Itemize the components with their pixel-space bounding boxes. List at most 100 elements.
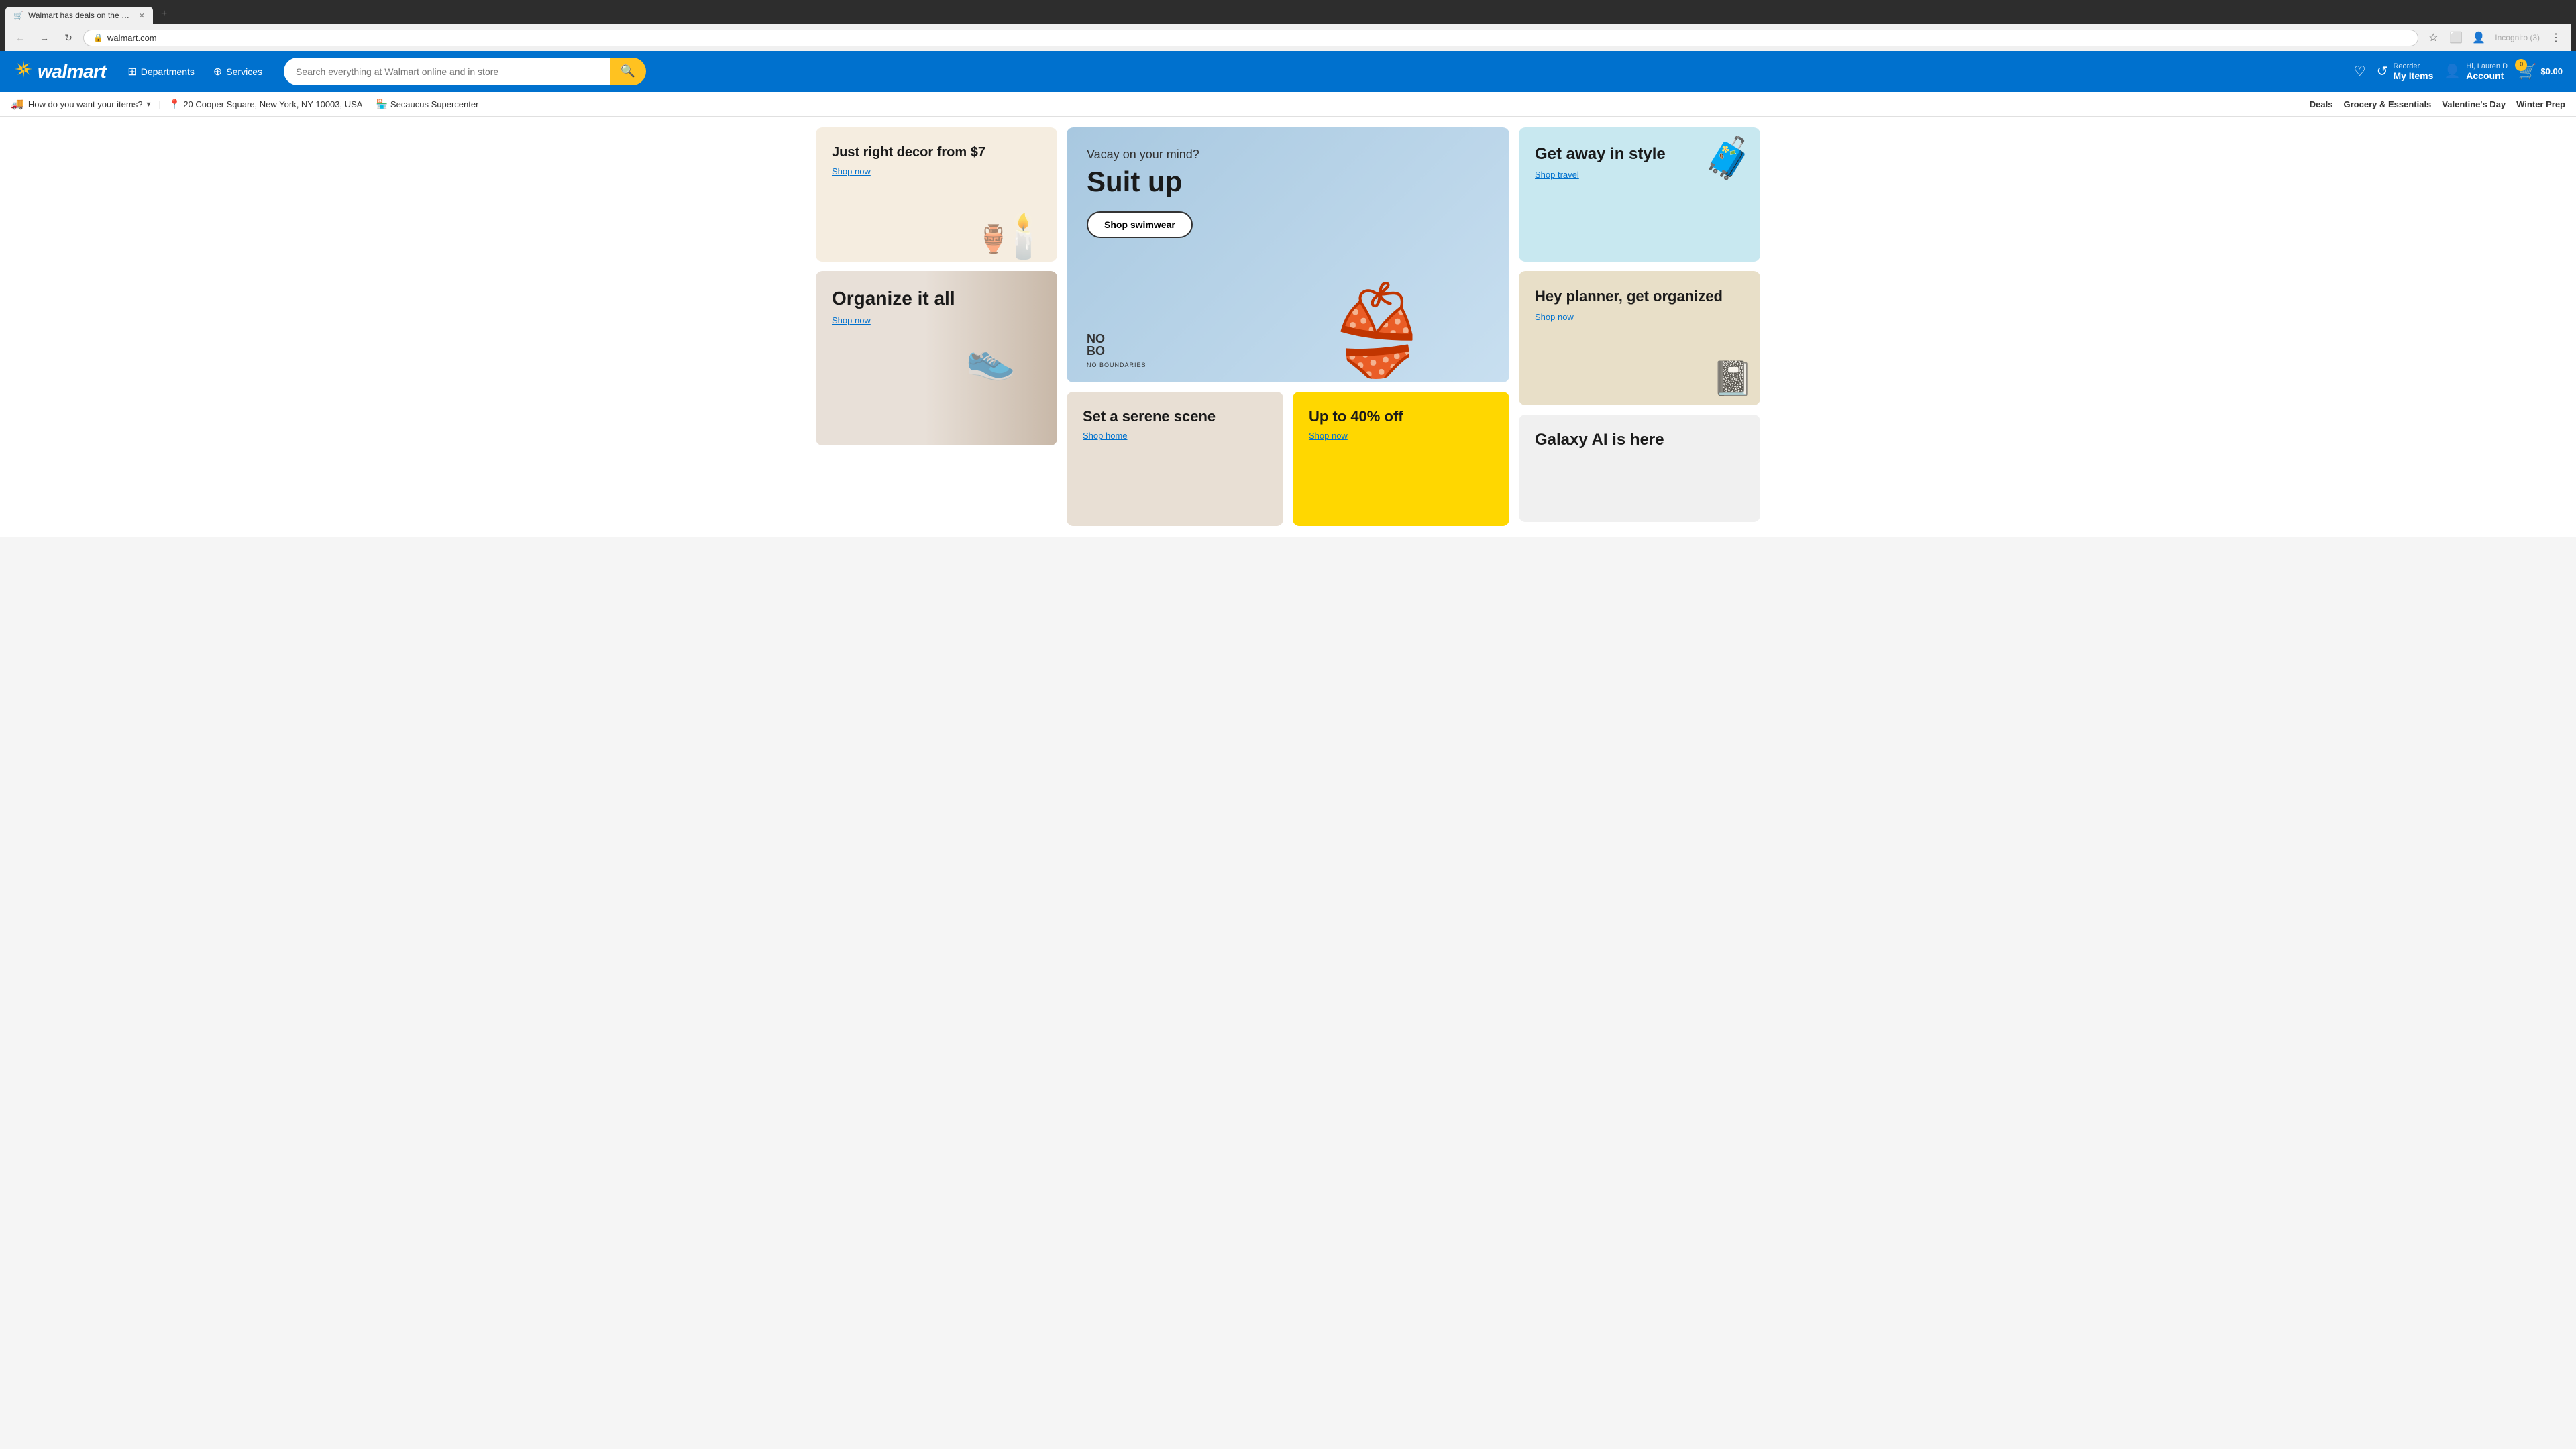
browser-actions: ☆ ⬜ 👤 Incognito (3) ⋮ (2424, 28, 2565, 47)
hero-swimwear-card[interactable]: Vacay on your mind? Suit up Shop swimwea… (1067, 127, 1509, 382)
account-label: Account (2466, 70, 2508, 81)
bikini-icon: 👙 (1322, 280, 1431, 382)
tab-favicon: 🛒 (13, 11, 23, 20)
decor-promo-card[interactable]: Just right decor from $7 Shop now 🕯️ 🏺 (816, 127, 1057, 262)
split-screen-button[interactable]: ⬜ (2447, 28, 2465, 47)
departments-icon: ⊞ (127, 65, 136, 78)
services-nav-item[interactable]: ⊕ Services (205, 61, 270, 83)
header-nav: ⊞ Departments ⊕ Services (119, 61, 270, 83)
right-column: Get away in style Shop travel 🧳 Hey plan… (1519, 127, 1760, 526)
my-items-label: My Items (2393, 70, 2433, 81)
luggage-icon: 🧳 (1703, 134, 1754, 182)
account-text: Hi, Lauren D Account (2466, 62, 2508, 81)
notebook-icon: 📓 (1712, 359, 1754, 398)
walmart-logo[interactable]: walmart (13, 59, 106, 84)
bookmark-button[interactable]: ☆ (2424, 28, 2443, 47)
valentines-link[interactable]: Valentine's Day (2442, 99, 2506, 109)
grocery-link[interactable]: Grocery & Essentials (2344, 99, 2432, 109)
galaxy-title: Galaxy AI is here (1535, 431, 1744, 449)
browser-toolbar: ← → ↻ 🔒 walmart.com ☆ ⬜ 👤 Incognito (3) … (5, 24, 2571, 51)
account-icon: 👤 (2444, 63, 2461, 80)
bottom-row-cards: Set a serene scene Shop home Up to 40% o… (1067, 392, 1509, 526)
tab-close-button[interactable]: ✕ (139, 11, 145, 20)
search-bar: 🔍 (284, 58, 646, 85)
chevron-down-icon: ▾ (146, 99, 150, 109)
search-icon: 🔍 (621, 64, 635, 78)
planner-title: Hey planner, get organized (1535, 287, 1744, 307)
departments-nav-item[interactable]: ⊞ Departments (119, 61, 203, 83)
reorder-button[interactable]: ↺ Reorder My Items (2377, 62, 2434, 81)
organize-shop-link[interactable]: Shop now (832, 315, 1041, 325)
store-info[interactable]: 🏪 Secaucus Supercenter (376, 99, 478, 110)
incognito-label: Incognito (3) (2492, 33, 2542, 42)
location-info[interactable]: 📍 20 Cooper Square, New York, NY 10003, … (169, 99, 363, 110)
delivery-selector[interactable]: 🚚 How do you want your items? ▾ (11, 97, 150, 111)
hero-subtitle: Vacay on your mind? (1087, 148, 1199, 162)
forward-button[interactable]: → (35, 28, 54, 47)
sale-promo-card[interactable]: Up to 40% off Shop now (1293, 392, 1509, 526)
heart-icon: ♡ (2354, 63, 2366, 80)
planner-promo-card[interactable]: Hey planner, get organized Shop now 📓 (1519, 271, 1760, 405)
sale-shop-link[interactable]: Shop now (1309, 431, 1493, 441)
left-column: Just right decor from $7 Shop now 🕯️ 🏺 O… (816, 127, 1057, 526)
tab-title: Walmart has deals on the most... (28, 11, 133, 20)
services-label: Services (226, 66, 262, 77)
nav-divider: | (158, 99, 160, 109)
serene-promo-card[interactable]: Set a serene scene Shop home (1067, 392, 1283, 526)
spark-icon (13, 59, 34, 84)
header-right: ♡ ↺ Reorder My Items 👤 Hi, Lauren D Acco… (2354, 62, 2563, 81)
browser-chrome: 🛒 Walmart has deals on the most... ✕ + ←… (0, 0, 2576, 51)
planner-shop-link[interactable]: Shop now (1535, 312, 1744, 322)
delivery-label: How do you want your items? (28, 99, 143, 109)
address-bar[interactable]: 🔒 walmart.com (83, 30, 2418, 46)
walmart-header: walmart ⊞ Departments ⊕ Services 🔍 ♡ (0, 51, 2576, 92)
account-greeting: Hi, Lauren D (2466, 62, 2508, 70)
back-button[interactable]: ← (11, 28, 30, 47)
serene-title: Set a serene scene (1083, 408, 1267, 425)
sub-nav: 🚚 How do you want your items? ▾ | 📍 20 C… (0, 92, 2576, 117)
main-content: Just right decor from $7 Shop now 🕯️ 🏺 O… (805, 117, 1771, 537)
store-name: Secaucus Supercenter (390, 99, 479, 109)
decor-shop-link[interactable]: Shop now (832, 166, 1041, 176)
cart-price: $0.00 (2540, 66, 2563, 76)
account-button[interactable]: 👤 Hi, Lauren D Account (2444, 62, 2508, 81)
browser-tabs: 🛒 Walmart has deals on the most... ✕ + (5, 4, 2571, 24)
center-column: Vacay on your mind? Suit up Shop swimwea… (1067, 127, 1509, 526)
store-icon: 🏪 (376, 99, 387, 110)
organize-title: Organize it all (832, 287, 1041, 310)
cart-badge: 0 (2515, 59, 2527, 71)
hero-title: Suit up (1087, 166, 1199, 198)
galaxy-promo-card[interactable]: Galaxy AI is here (1519, 415, 1760, 522)
delivery-icon: 🚚 (11, 97, 24, 111)
deals-link[interactable]: Deals (2310, 99, 2333, 109)
profile-button[interactable]: 👤 (2469, 28, 2488, 47)
menu-button[interactable]: ⋮ (2546, 28, 2565, 47)
nobo-brand-logo: NOBONO BOUNDARIES (1087, 333, 1146, 369)
reorder-label: Reorder (2393, 62, 2433, 70)
lock-icon: 🔒 (93, 33, 103, 42)
organize-promo-card[interactable]: Organize it all Shop now 👟 (816, 271, 1057, 445)
travel-promo-card[interactable]: Get away in style Shop travel 🧳 (1519, 127, 1760, 262)
shoes-icon: 👟 (966, 335, 1016, 382)
decor-bowl-visual: 🏺 (977, 223, 1010, 255)
search-button[interactable]: 🔍 (610, 58, 646, 85)
wishlist-button[interactable]: ♡ (2354, 63, 2366, 80)
logo-text: walmart (38, 61, 106, 83)
sale-title: Up to 40% off (1309, 408, 1493, 425)
cart-button[interactable]: 🛒 0 $0.00 (2518, 63, 2563, 80)
reorder-text: Reorder My Items (2393, 62, 2433, 81)
shop-swimwear-button[interactable]: Shop swimwear (1087, 211, 1193, 238)
location-pin-icon: 📍 (169, 99, 180, 110)
refresh-button[interactable]: ↻ (59, 28, 78, 47)
departments-label: Departments (141, 66, 195, 77)
address-text: 20 Cooper Square, New York, NY 10003, US… (183, 99, 362, 109)
winter-prep-link[interactable]: Winter Prep (2516, 99, 2565, 109)
search-input[interactable] (284, 58, 610, 85)
swimwear-visual: 👙 (1244, 127, 1509, 382)
reorder-icon: ↺ (2377, 63, 2388, 80)
serene-shop-link[interactable]: Shop home (1083, 431, 1267, 441)
active-tab[interactable]: 🛒 Walmart has deals on the most... ✕ (5, 7, 153, 24)
new-tab-button[interactable]: + (154, 4, 174, 24)
url-text: walmart.com (107, 33, 2408, 43)
hero-content: Vacay on your mind? Suit up Shop swimwea… (1087, 148, 1199, 238)
